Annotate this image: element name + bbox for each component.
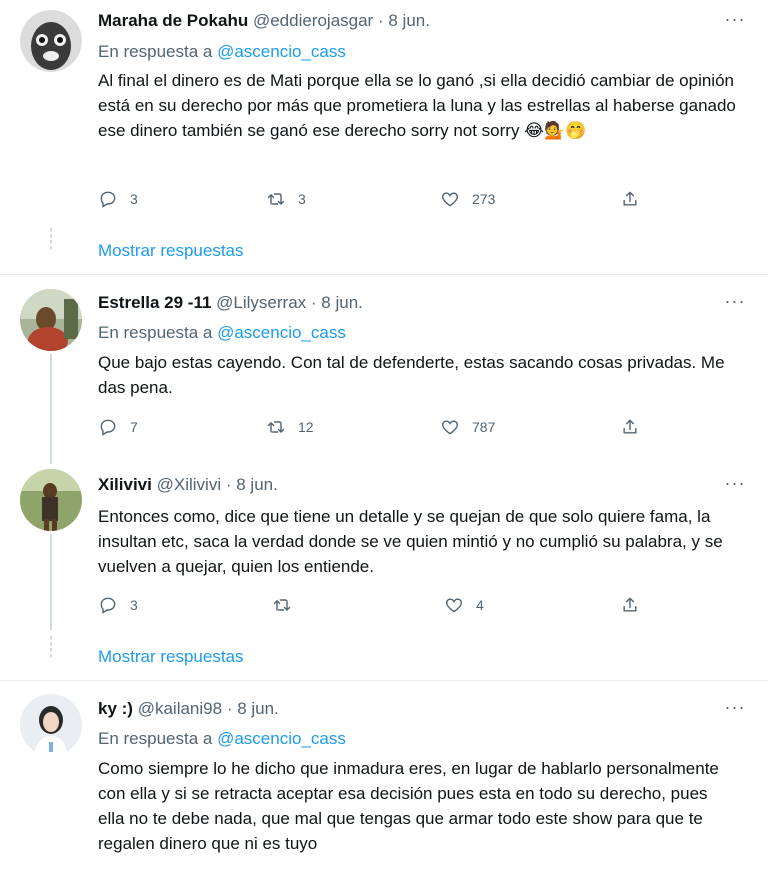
- reply-icon: [100, 191, 116, 208]
- like-button[interactable]: 273: [440, 186, 495, 212]
- tweet-text: Entonces como, dice que tiene un detalle…: [98, 507, 723, 576]
- separator-dot: ·: [310, 293, 317, 312]
- reply-count: 7: [130, 419, 138, 435]
- thread-line: [50, 534, 52, 630]
- reply-mention-link[interactable]: @ascencio_cass: [217, 42, 346, 61]
- divider: [0, 274, 768, 275]
- reply-button[interactable]: 3: [98, 186, 138, 212]
- tweet-date[interactable]: 8 jun.: [388, 11, 430, 30]
- reply-count: 3: [130, 191, 138, 207]
- user-handle[interactable]: @Xilivivi: [157, 475, 221, 494]
- retweet-icon: [267, 193, 285, 205]
- reply-context: En respuesta a @ascencio_cass: [98, 322, 346, 344]
- tweet-actions: 3 4: [98, 592, 658, 618]
- retweet-count: 3: [298, 191, 306, 207]
- tweet-actions: 7 12 787: [98, 414, 658, 440]
- avatar[interactable]: [20, 469, 82, 531]
- avatar[interactable]: [20, 10, 82, 72]
- tweet-date[interactable]: 8 jun.: [321, 293, 363, 312]
- user-handle[interactable]: @kailani98: [138, 699, 222, 718]
- more-icon[interactable]: ···: [724, 292, 746, 316]
- retweet-button[interactable]: 3: [266, 186, 306, 212]
- display-name[interactable]: Estrella 29 -11: [98, 293, 211, 312]
- divider: [0, 680, 768, 681]
- like-count: 273: [472, 191, 496, 207]
- avatar[interactable]: [20, 289, 82, 351]
- reply-context: En respuesta a @ascencio_cass: [98, 41, 346, 63]
- share-button[interactable]: [620, 592, 652, 618]
- tweet-text: Al final el dinero es de Mati porque ell…: [98, 71, 736, 140]
- reply-thread: Maraha de Pokahu @eddierojasgar · 8 jun.…: [0, 0, 768, 873]
- reply-prefix: En respuesta a: [98, 323, 213, 342]
- reply-count: 3: [130, 597, 138, 613]
- reply-mention-link[interactable]: @ascencio_cass: [217, 729, 346, 748]
- show-replies-link[interactable]: Mostrar respuestas: [98, 240, 244, 262]
- more-icon[interactable]: ···: [724, 10, 746, 34]
- avatar[interactable]: [20, 694, 82, 756]
- reply-icon: [100, 597, 116, 614]
- like-button[interactable]: 4: [444, 592, 484, 618]
- user-handle[interactable]: @eddierojasgar: [253, 11, 373, 30]
- show-replies-link[interactable]: Mostrar respuestas: [98, 646, 244, 668]
- tweet-date[interactable]: 8 jun.: [237, 699, 279, 718]
- tweet-actions: 3 3 273: [98, 186, 658, 212]
- reply-mention-link[interactable]: @ascencio_cass: [217, 323, 346, 342]
- like-icon: [446, 598, 462, 613]
- share-icon: [623, 419, 637, 434]
- retweet-count: 12: [298, 419, 314, 435]
- tweet-text: Que bajo estas cayendo. Con tal de defen…: [98, 353, 725, 397]
- tweet-header: Xilivivi @Xilivivi · 8 jun.: [98, 474, 278, 496]
- separator-dot: ·: [377, 11, 384, 30]
- reply-prefix: En respuesta a: [98, 729, 213, 748]
- like-icon: [442, 192, 458, 207]
- separator-dot: ·: [225, 475, 232, 494]
- reply-context: En respuesta a @ascencio_cass: [98, 728, 346, 750]
- like-icon: [442, 420, 458, 435]
- reply-prefix: En respuesta a: [98, 42, 213, 61]
- user-handle[interactable]: @Lilyserrax: [216, 293, 306, 312]
- reply-button[interactable]: 7: [98, 414, 138, 440]
- tweet-header: ky :) @kailani98 · 8 jun.: [98, 698, 279, 720]
- more-icon[interactable]: ···: [724, 474, 746, 498]
- thread-line: [50, 354, 52, 464]
- tweet-header: Estrella 29 -11 @Lilyserrax · 8 jun.: [98, 292, 363, 314]
- tweet-text: Como siempre lo he dicho que inmadura er…: [98, 759, 719, 853]
- retweet-button[interactable]: 12: [266, 414, 314, 440]
- more-icon[interactable]: ···: [724, 698, 746, 722]
- separator-dot: ·: [226, 699, 233, 718]
- share-button[interactable]: [620, 414, 652, 440]
- retweet-icon: [267, 421, 285, 433]
- like-button[interactable]: 787: [440, 414, 495, 440]
- tweet-header: Maraha de Pokahu @eddierojasgar · 8 jun.: [98, 10, 430, 32]
- reply-icon: [100, 419, 116, 436]
- display-name[interactable]: Xilivivi: [98, 475, 152, 494]
- tweet-date[interactable]: 8 jun.: [236, 475, 278, 494]
- share-button[interactable]: [620, 186, 652, 212]
- thread-connector: [50, 228, 52, 250]
- retweet-icon: [273, 599, 291, 611]
- display-name[interactable]: Maraha de Pokahu: [98, 11, 248, 30]
- like-count: 787: [472, 419, 496, 435]
- thread-connector: [50, 636, 52, 658]
- like-count: 4: [476, 597, 484, 613]
- retweet-button[interactable]: [272, 592, 304, 618]
- display-name[interactable]: ky :): [98, 699, 133, 718]
- share-icon: [623, 191, 637, 206]
- share-icon: [623, 597, 637, 612]
- reply-button[interactable]: 3: [98, 592, 138, 618]
